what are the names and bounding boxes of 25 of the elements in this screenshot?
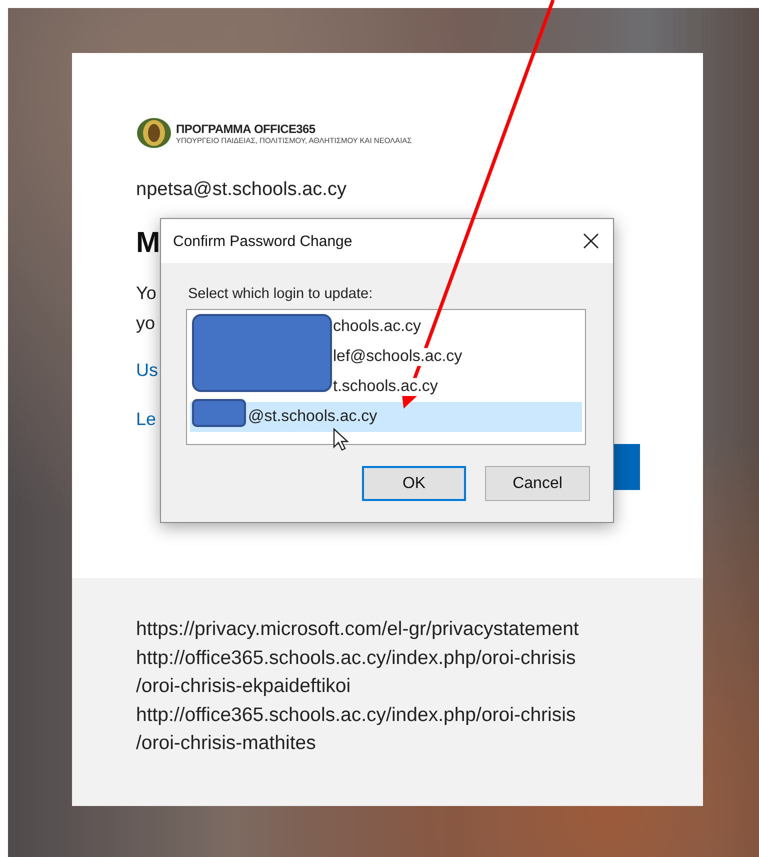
- login-option[interactable]: lef@schools.ac.cy: [190, 342, 582, 372]
- body-text: yo: [136, 312, 156, 335]
- body-text: Yo: [136, 282, 156, 305]
- link[interactable]: Le: [136, 409, 156, 430]
- dialog-title: Confirm Password Change: [173, 232, 352, 250]
- login-option[interactable]: chools.ac.cy: [190, 312, 582, 342]
- link[interactable]: Us: [136, 360, 158, 381]
- dialog-button[interactable]: OK: [362, 466, 466, 501]
- mouse-pointer-icon: [333, 428, 351, 452]
- login-listbox[interactable]: chools.ac.cy lef@schools.ac.cy t.schools.ac.cy @st.schools.ac.cy: [186, 309, 586, 445]
- logo-title: ΠΡΟΓΡΑΜΜΑ OFFICE365: [176, 122, 316, 136]
- footer-link-text: /oroi-chrisis-ekpaideftikoi: [136, 674, 352, 700]
- emblem-icon: [136, 117, 172, 149]
- account-email: npetsa@st.schools.ac.cy: [136, 179, 348, 201]
- login-option[interactable]: t.schools.ac.cy: [190, 372, 582, 402]
- footer-link-text: /oroi-chrisis-mathites: [136, 731, 317, 756]
- page-heading: M: [136, 227, 160, 260]
- redaction-block: [192, 399, 246, 427]
- footer-link-text: https://privacy.microsoft.com/el-gr/privacystatement: [136, 617, 580, 642]
- dialog-button[interactable]: Cancel: [485, 466, 590, 501]
- footer-link-text: http://office365.schools.ac.cy/index.php/oroi-chrisis: [136, 702, 577, 728]
- close-icon: [583, 233, 599, 249]
- footer-link-text: http://office365.schools.ac.cy/index.php/oroi-chrisis: [136, 646, 577, 671]
- close-button[interactable]: [581, 231, 601, 251]
- dialog-prompt: Select which login to update:: [188, 286, 374, 302]
